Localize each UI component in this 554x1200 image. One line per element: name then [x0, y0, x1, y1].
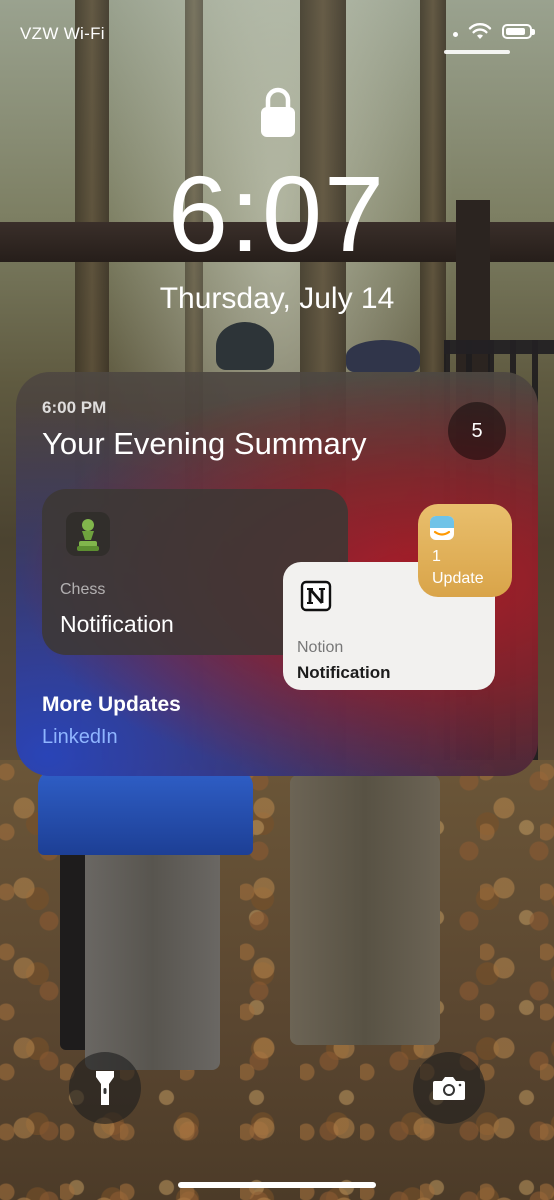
- chess-notification-title: Notification: [60, 611, 174, 637]
- summary-time: 6:00 PM: [42, 398, 107, 417]
- carrier-label: VZW Wi-Fi: [20, 24, 105, 43]
- status-bar: VZW Wi-Fi: [0, 0, 554, 60]
- person-legs: [85, 820, 220, 1070]
- person-jacket: [38, 770, 253, 855]
- lock-icon: [261, 87, 295, 137]
- home-indicator[interactable]: [178, 1182, 376, 1188]
- amazon-notification[interactable]: 1 Update: [418, 504, 512, 597]
- notion-icon: [300, 580, 332, 612]
- chess-app-name: Chess: [60, 581, 106, 598]
- summary-count-button[interactable]: 5: [448, 402, 506, 460]
- lock-date: Thursday, July 14: [159, 282, 395, 315]
- summary-title: Your Evening Summary: [42, 426, 367, 461]
- person-legs: [290, 775, 440, 1045]
- battery-icon: [502, 23, 535, 39]
- camera-button[interactable]: [413, 1052, 485, 1124]
- wifi-icon: [468, 23, 492, 39]
- amazon-update-count: 1: [432, 548, 441, 565]
- notion-app-name: Notion: [297, 639, 344, 656]
- chess-pawn-icon: [66, 512, 110, 556]
- dot-icon: [453, 31, 458, 37]
- hat: [346, 340, 420, 372]
- summary-count: 5: [471, 419, 483, 442]
- flashlight-button[interactable]: [69, 1052, 141, 1124]
- camera-icon: [433, 1077, 465, 1100]
- status-icons: [453, 22, 535, 40]
- amazon-icon: [430, 516, 454, 540]
- flashlight-icon: [96, 1071, 114, 1105]
- amazon-update-label: Update: [432, 570, 484, 587]
- lock-time: 6:07: [167, 153, 387, 274]
- more-updates-title: More Updates: [42, 693, 181, 716]
- notification-summary[interactable]: 6:00 PM Your Evening Summary 5 Chess Not…: [16, 372, 538, 776]
- more-updates-app[interactable]: LinkedIn: [42, 726, 118, 749]
- hat: [216, 322, 274, 370]
- notion-notification-title: Notification: [297, 663, 391, 682]
- battery-fill: [506, 27, 525, 35]
- control-center-indicator[interactable]: [444, 50, 510, 54]
